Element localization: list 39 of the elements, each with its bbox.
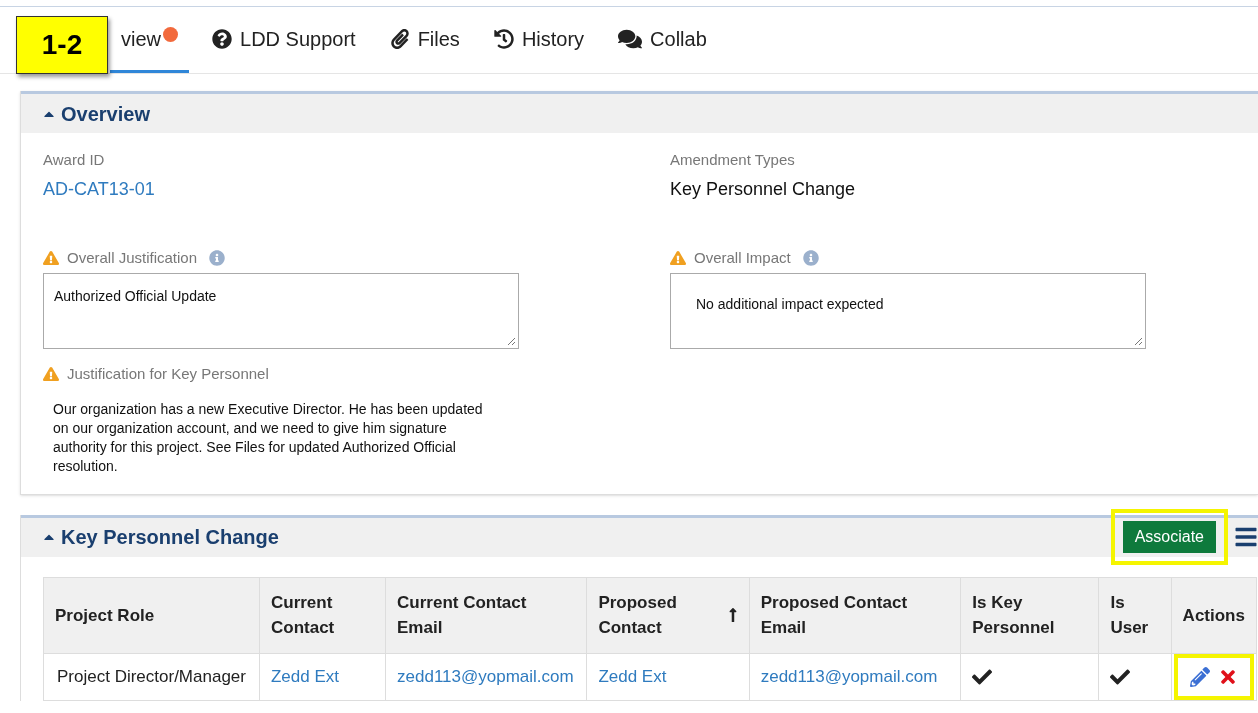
callout-label: 1-2 — [16, 16, 108, 74]
edit-icon[interactable] — [1189, 666, 1210, 687]
field-label: Justification for Key Personnel — [67, 364, 269, 384]
sort-arrow-icon — [727, 607, 738, 623]
help-icon — [212, 28, 232, 49]
field-label: Overall Justification — [67, 247, 198, 268]
warning-icon — [43, 249, 59, 266]
column-header[interactable]: Current Contact — [259, 577, 386, 653]
column-header[interactable]: Is User — [1098, 577, 1172, 653]
table-cell: Project Director/Manager — [43, 653, 260, 700]
justification-text: Our organization has a new Executive Director. He has been updated on our organization account, and we need to give him signature authority for this project. See Files for updated Authorized Official resolution. — [53, 399, 484, 476]
contact-link[interactable]: Zedd Ext — [598, 666, 667, 686]
associate-button[interactable]: Associate — [1122, 521, 1216, 553]
paperclip-icon — [389, 28, 410, 49]
section-title[interactable]: Overview — [61, 98, 150, 129]
resize-grip-icon[interactable] — [507, 337, 516, 346]
field-value: Key Personnel Change — [670, 177, 857, 201]
resize-grip-icon[interactable] — [1134, 337, 1143, 346]
column-header[interactable]: Proposed Contact — [586, 577, 750, 653]
field-label: Overall Impact — [694, 247, 791, 268]
warning-icon — [670, 249, 686, 266]
menu-icon[interactable] — [1234, 525, 1258, 549]
field-label: Award ID — [43, 150, 105, 170]
warning-icon — [43, 366, 59, 383]
tab[interactable]: Collab — [607, 7, 718, 73]
column-header[interactable]: Is Key Personnel — [960, 577, 1099, 653]
column-header[interactable]: Proposed Contact Email — [749, 577, 961, 653]
award-id-link[interactable]: AD-CAT13-01 — [43, 175, 670, 203]
text-area[interactable]: Authorized Official Update — [43, 273, 519, 349]
section-title[interactable]: Key Personnel Change — [61, 522, 279, 552]
tab[interactable]: Files — [378, 7, 471, 73]
history-icon — [493, 28, 514, 49]
tab[interactable]: LDD Support — [201, 7, 367, 73]
column-header[interactable]: Current Contact Email — [385, 577, 587, 653]
tab[interactable]: History — [482, 7, 596, 73]
column-header[interactable]: Project Role — [43, 577, 260, 653]
text-area[interactable]: No additional impact expected — [670, 273, 1146, 349]
column-header[interactable]: Actions — [1171, 577, 1257, 653]
field-label: Amendment Types — [670, 150, 795, 170]
